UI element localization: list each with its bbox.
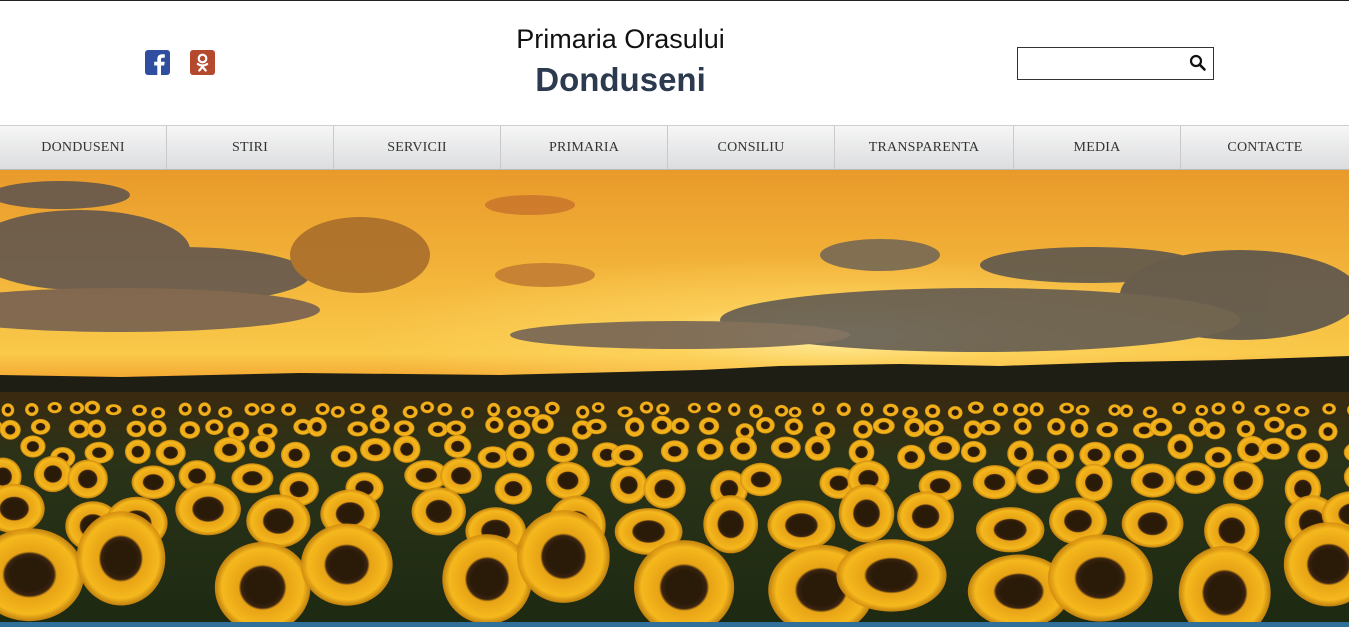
search-icon[interactable]: [1189, 54, 1207, 72]
search-input[interactable]: [1018, 48, 1190, 77]
nav-item-consiliu[interactable]: CONSILIU: [668, 126, 835, 169]
search-box: [1017, 47, 1214, 80]
bottom-accent-bar: [0, 622, 1349, 627]
nav-item-contacte[interactable]: CONTACTE: [1181, 126, 1349, 169]
main-navigation: DONDUSENI STIRI SERVICII PRIMARIA CONSIL…: [0, 125, 1349, 170]
hero-banner: [0, 170, 1349, 622]
nav-item-donduseni[interactable]: DONDUSENI: [0, 126, 167, 169]
nav-item-servicii[interactable]: SERVICII: [334, 126, 501, 169]
nav-item-transparenta[interactable]: TRANSPARENTA: [835, 126, 1014, 169]
nav-item-media[interactable]: MEDIA: [1014, 126, 1181, 169]
nav-item-stiri[interactable]: STIRI: [167, 126, 334, 169]
nav-item-primaria[interactable]: PRIMARIA: [501, 126, 668, 169]
sunflower-field-image: [0, 170, 1349, 622]
site-header: Primaria Orasului Donduseni: [0, 1, 1349, 125]
